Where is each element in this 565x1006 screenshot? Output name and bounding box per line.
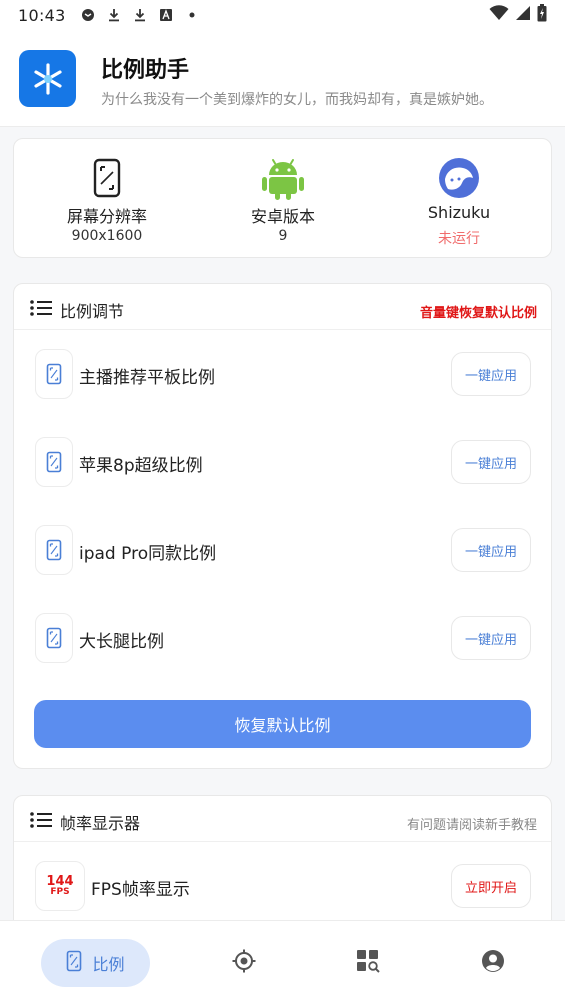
apply-ratio-button[interactable]: 一键应用 [451, 352, 531, 396]
ratio-option-label: 大长腿比例 [79, 632, 164, 652]
info-label: Shizuku [427, 203, 491, 222]
bottom-navigation: 比例 [0, 920, 565, 1006]
fps-badge-unit: FPS [50, 887, 70, 897]
app-subtitle: 为什么我没有一个美到爆炸的女儿，而我妈却有，真是嫉妒她。 [101, 92, 493, 108]
app-logo-icon [19, 50, 76, 107]
info-android-version: 安卓版本 9 [193, 139, 373, 259]
shizuku-icon [436, 155, 482, 201]
nav-item-crosshair[interactable] [220, 939, 268, 987]
dot-icon [184, 7, 200, 23]
phone-ratio-icon [35, 613, 73, 663]
fps-option-label: FPS帧率显示 [91, 880, 190, 900]
ratio-option-label: ipad Pro同款比例 [79, 544, 217, 564]
ratio-section: 比例调节 音量键恢复默认比例 主播推荐平板比例 一键应用 苹果8p超级比例 一键… [13, 283, 552, 769]
nav-item-apps[interactable] [344, 939, 392, 987]
signal-icon [515, 5, 531, 25]
apply-ratio-button[interactable]: 一键应用 [451, 440, 531, 484]
list-item: ipad Pro同款比例 一键应用 [14, 520, 551, 580]
info-value: 9 [278, 228, 288, 244]
nav-item-ratio[interactable]: 比例 [41, 939, 150, 987]
status-notification-icons [80, 7, 200, 23]
info-label: 安卓版本 [250, 207, 315, 226]
apps-search-icon [356, 949, 380, 977]
battery-charging-icon [537, 4, 547, 26]
phone-ratio-icon [35, 525, 73, 575]
enable-fps-button[interactable]: 立即开启 [451, 864, 531, 908]
list-item: 144 FPS FPS帧率显示 立即开启 [14, 856, 551, 916]
list-item: 主播推荐平板比例 一键应用 [14, 344, 551, 404]
phone-ratio-icon [35, 349, 73, 399]
reset-default-ratio-button[interactable]: 恢复默认比例 [34, 700, 531, 748]
list-item: 大长腿比例 一键应用 [14, 608, 551, 668]
nav-item-profile[interactable] [469, 939, 517, 987]
ratio-section-header: 比例调节 音量键恢复默认比例 [14, 284, 551, 330]
status-bar: 10:43 [0, 0, 565, 30]
status-time: 10:43 [18, 5, 66, 25]
download-icon [106, 7, 122, 23]
tutorial-hint-link[interactable]: 有问题请阅读新手教程 [407, 814, 537, 833]
info-label: 屏幕分辨率 [66, 207, 147, 226]
status-system-icons [489, 4, 547, 26]
device-info-card: 屏幕分辨率 900x1600 安卓版本 9 Shizuku 未运行 [13, 138, 552, 258]
fps-badge-icon: 144 FPS [35, 861, 85, 911]
info-shizuku[interactable]: Shizuku 未运行 [369, 139, 549, 259]
download-icon [132, 7, 148, 23]
fps-section: 帧率显示器 有问题请阅读新手教程 144 FPS FPS帧率显示 立即开启 [13, 795, 552, 935]
info-screen-resolution: 屏幕分辨率 900x1600 [17, 139, 197, 259]
phone-ratio-icon [66, 950, 82, 976]
app-title: 比例助手 [101, 58, 190, 83]
nav-item-label: 比例 [92, 955, 125, 974]
android-icon [260, 155, 306, 201]
font-icon [158, 7, 174, 23]
info-value: 900x1600 [71, 228, 143, 244]
list-icon [30, 812, 52, 828]
screen-resolution-icon [84, 155, 130, 201]
app-header: 比例助手 为什么我没有一个美到爆炸的女儿，而我妈却有，真是嫉妒她。 [0, 30, 565, 127]
fps-section-header: 帧率显示器 有问题请阅读新手教程 [14, 796, 551, 842]
apply-ratio-button[interactable]: 一键应用 [451, 616, 531, 660]
ratio-option-label: 主播推荐平板比例 [79, 368, 215, 388]
profile-icon [481, 949, 505, 977]
wifi-icon [489, 5, 509, 25]
mail-icon [80, 7, 96, 23]
shizuku-status: 未运行 [438, 231, 480, 247]
ratio-option-label: 苹果8p超级比例 [79, 456, 203, 476]
list-item: 苹果8p超级比例 一键应用 [14, 432, 551, 492]
phone-ratio-icon [35, 437, 73, 487]
ratio-section-title: 比例调节 [60, 302, 125, 321]
volume-key-hint: 音量键恢复默认比例 [419, 306, 537, 321]
fps-section-title: 帧率显示器 [60, 814, 141, 833]
screen: 10:43 比例助手 为什么我没有一个美到爆炸的女儿，而我妈却有，真是嫉妒她。 … [0, 0, 565, 1006]
crosshair-icon [232, 949, 256, 977]
apply-ratio-button[interactable]: 一键应用 [451, 528, 531, 572]
list-icon [30, 300, 52, 316]
